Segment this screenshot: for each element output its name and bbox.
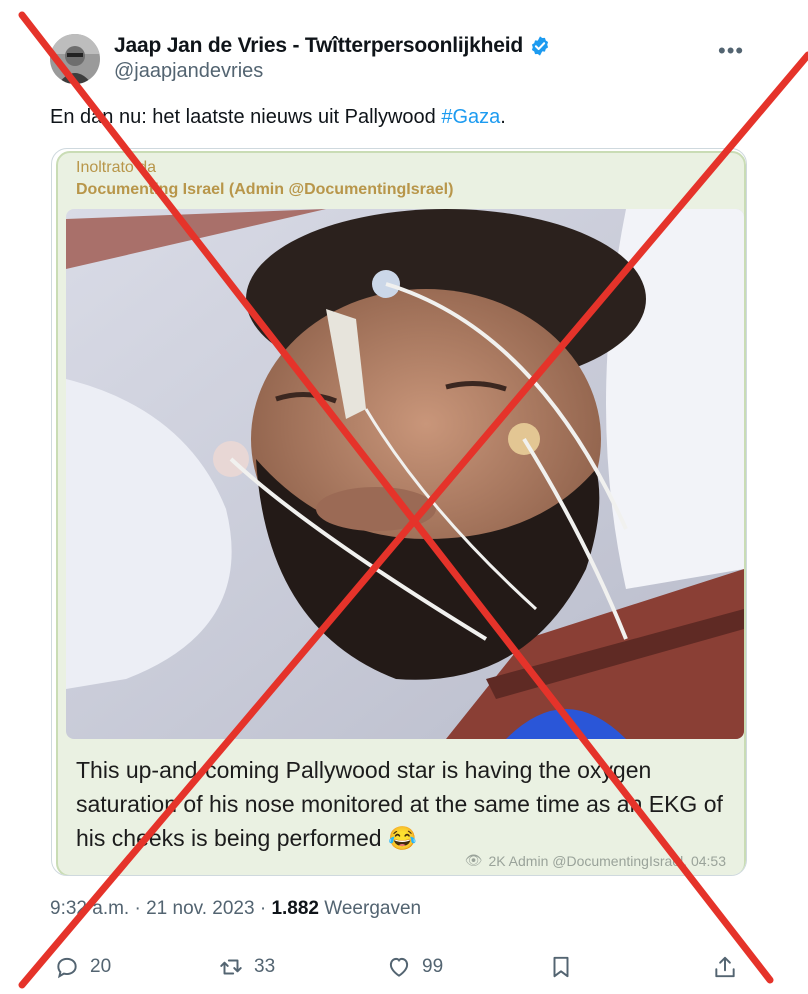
author-name-row: Jaap Jan de Vries - Twîtterpersoonlijkhe… [114, 34, 551, 58]
retweet-count: 33 [254, 956, 276, 977]
bookmark-button[interactable] [548, 954, 574, 980]
message-meta: 👁 2K Admin @DocumentingIsrael, 04:53 [465, 852, 726, 869]
author-display-name[interactable]: Jaap Jan de Vries - Twîtterpersoonlijkhe… [114, 34, 523, 58]
avatar[interactable] [50, 34, 100, 84]
tweet-timestamp: 9:32 a.m. · 21 nov. 2023 · 1.882 Weergav… [50, 898, 421, 920]
heart-icon [389, 957, 409, 977]
hospital-photo [66, 209, 744, 739]
tweet-text-suffix: . [500, 106, 506, 128]
reply-icon [57, 957, 77, 979]
like-count: 99 [422, 956, 444, 977]
share-icon [715, 956, 735, 978]
retweet-icon [220, 959, 242, 975]
forwarded-caption: This up-and-coming Pallywood star is hav… [76, 757, 723, 851]
verified-badge-icon [531, 36, 549, 56]
eye-icon: 👁 [464, 852, 483, 868]
views-count: 1.882 [271, 898, 319, 919]
tweet-actions: 20 33 99 [0, 954, 808, 990]
reply-count: 20 [90, 956, 112, 977]
tweet-time-date[interactable]: 9:32 a.m. · 21 nov. 2023 · [50, 898, 271, 919]
tweet-text: En dan nu: het laatste nieuws uit Pallyw… [50, 104, 506, 130]
forwarded-label: Inoltrato da [76, 159, 157, 176]
tweet-text-prefix: En dan nu: het laatste nieuws uit Pallyw… [50, 106, 442, 128]
share-button[interactable] [712, 954, 738, 980]
like-button[interactable]: 99 [386, 954, 443, 980]
forwarded-source: Documenting Israel (Admin @DocumentingIs… [76, 181, 454, 198]
message-meta-text: 2K Admin @DocumentingIsrael, 04:53 [488, 852, 726, 869]
hashtag-link[interactable]: #Gaza [441, 106, 500, 128]
forwarded-message: Inoltrato da Documenting Israel (Admin @… [56, 151, 746, 875]
more-horizontal-icon[interactable]: ••• [718, 38, 744, 64]
tweet: Jaap Jan de Vries - Twîtterpersoonlijkhe… [0, 0, 808, 994]
retweet-button[interactable]: 33 [218, 954, 275, 980]
author-handle[interactable]: @jaapjandevries [114, 60, 263, 83]
views-label: Weergaven [319, 898, 422, 919]
reply-button[interactable]: 20 [54, 954, 111, 980]
tweet-media[interactable]: Inoltrato da Documenting Israel (Admin @… [51, 148, 747, 876]
bookmark-icon [553, 956, 569, 978]
